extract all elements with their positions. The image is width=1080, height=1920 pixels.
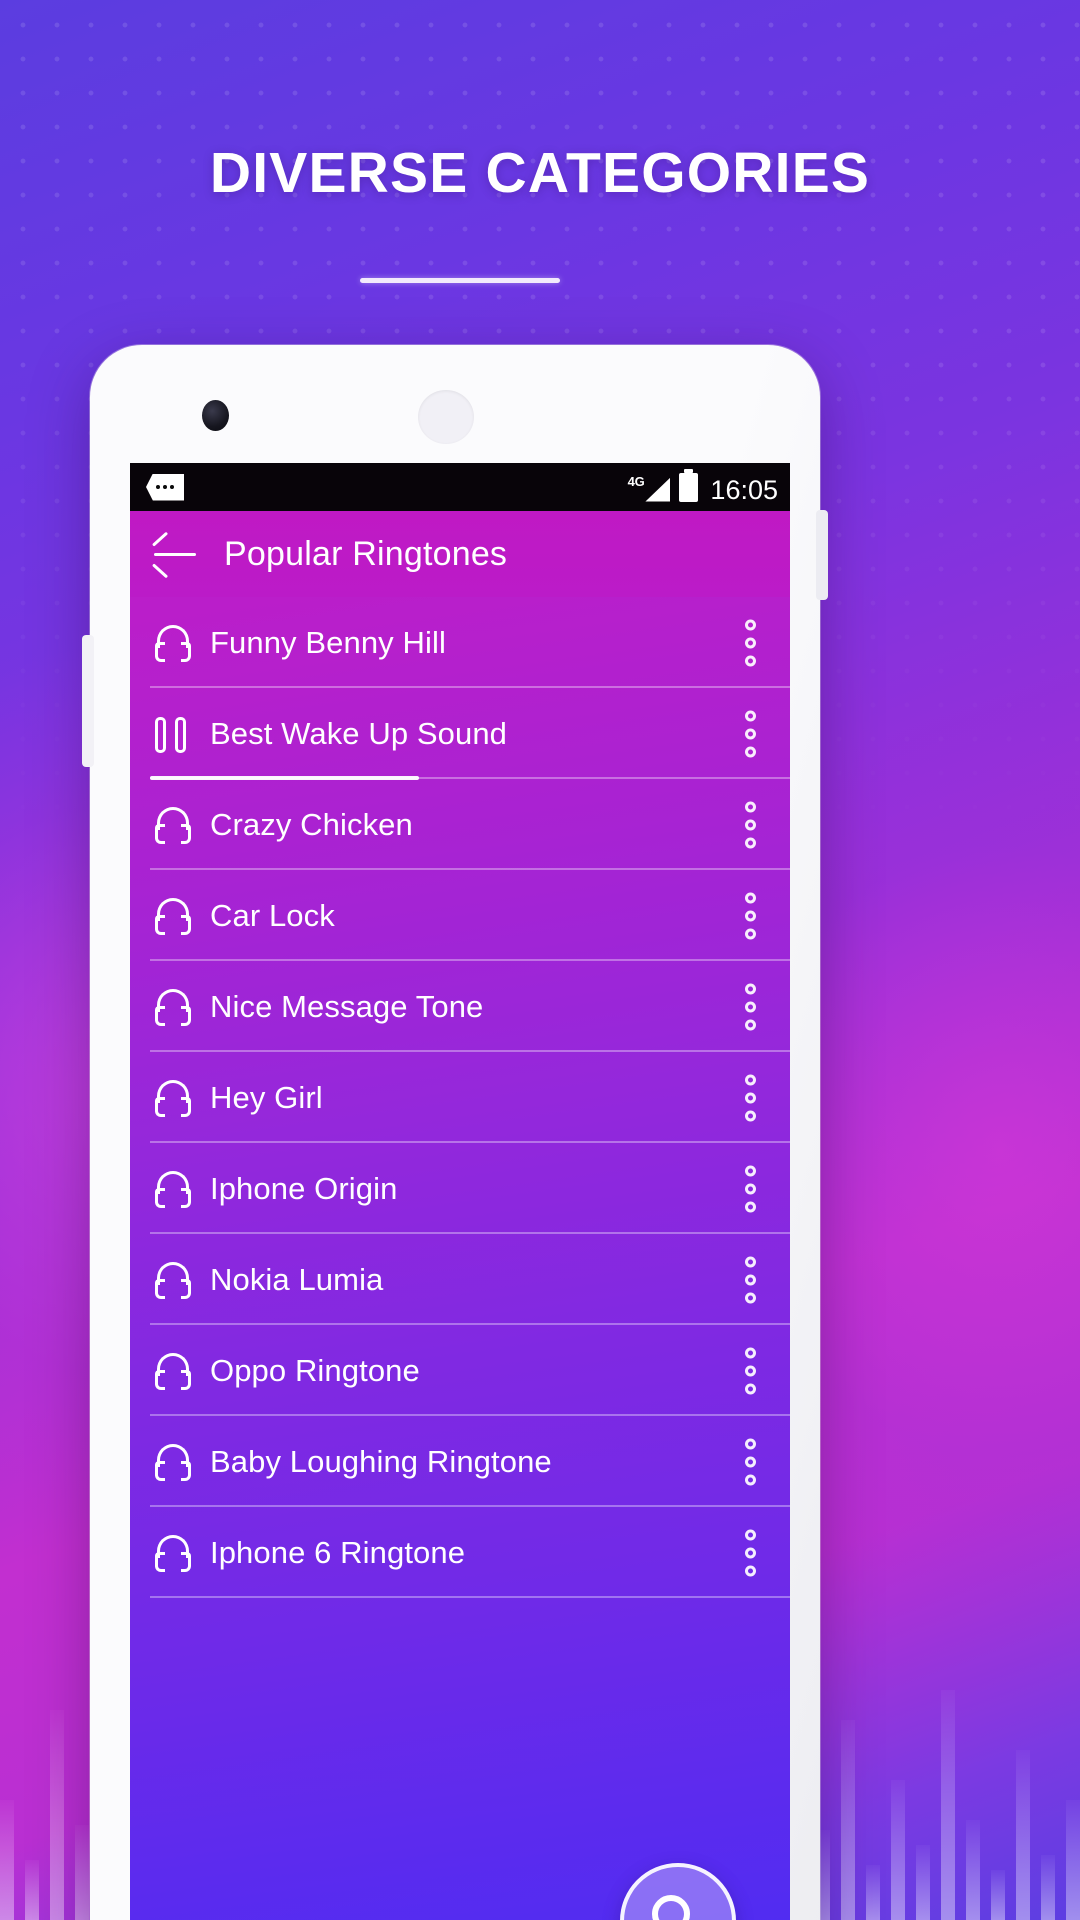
more-options-icon[interactable]: [745, 983, 756, 1030]
list-item-label: Iphone Origin: [210, 1170, 398, 1206]
list-item[interactable]: Best Wake Up Sound: [130, 688, 790, 780]
headphones-icon: [150, 1530, 196, 1576]
more-options-icon[interactable]: [745, 1438, 756, 1485]
headphones-icon: [150, 1075, 196, 1121]
back-arrow-icon[interactable]: [151, 531, 198, 579]
list-item[interactable]: Funny Benny Hill: [130, 597, 790, 688]
list-item-label: Oppo Ringtone: [210, 1352, 420, 1388]
headphones-icon: [150, 1166, 196, 1212]
phone-screen: 4G 16:05 Popular Ringtones Funny Benny H…: [130, 463, 790, 1920]
app-bar: Popular Ringtones: [130, 511, 790, 597]
status-bar-left: [146, 473, 184, 501]
list-item-label: Best Wake Up Sound: [210, 715, 508, 751]
list-item-label: Nice Message Tone: [210, 988, 484, 1024]
more-options-icon[interactable]: [745, 892, 756, 939]
volume-button: [82, 635, 94, 767]
network-label: 4G: [627, 473, 645, 489]
earpiece-speaker: [418, 390, 474, 444]
more-options-icon[interactable]: [745, 1165, 756, 1212]
signal-bars-icon: [645, 477, 671, 502]
message-icon: [146, 473, 184, 501]
headphones-icon: [150, 1257, 196, 1303]
search-icon: [652, 1895, 704, 1920]
list-item-label: Car Lock: [210, 897, 335, 933]
more-options-icon[interactable]: [745, 1347, 756, 1394]
power-button: [816, 510, 828, 600]
status-bar: 4G 16:05: [130, 463, 790, 511]
list-item[interactable]: Hey Girl: [130, 1052, 790, 1143]
phone-mockup: 4G 16:05 Popular Ringtones Funny Benny H…: [82, 345, 828, 1920]
list-divider: [150, 1596, 790, 1598]
list-item[interactable]: Baby Loughing Ringtone: [130, 1416, 790, 1507]
ringtone-list: Funny Benny Hill Best Wake Up Sound Crazy …: [130, 597, 790, 1598]
status-clock: 16:05: [710, 474, 778, 505]
list-item[interactable]: Iphone 6 Ringtone: [130, 1507, 790, 1598]
front-camera: [202, 400, 229, 431]
headphones-icon: [150, 893, 196, 939]
headphones-icon: [150, 620, 196, 666]
list-item[interactable]: Nice Message Tone: [130, 961, 790, 1052]
headphones-icon: [150, 802, 196, 848]
list-item[interactable]: Nokia Lumia: [130, 1234, 790, 1325]
more-options-icon[interactable]: [745, 619, 756, 666]
more-options-icon[interactable]: [745, 1256, 756, 1303]
title-underline: [360, 278, 560, 283]
battery-icon: [679, 468, 699, 502]
status-bar-right: 4G 16:05: [628, 468, 778, 505]
list-item-label: Crazy Chicken: [210, 806, 413, 842]
headphones-icon: [150, 984, 196, 1030]
list-item-label: Iphone 6 Ringtone: [210, 1534, 466, 1570]
headphones-icon: [150, 1348, 196, 1394]
headphones-icon: [150, 1439, 196, 1485]
list-item-label: Hey Girl: [210, 1079, 323, 1115]
network-indicator: 4G: [628, 475, 671, 502]
list-item[interactable]: Oppo Ringtone: [130, 1325, 790, 1416]
more-options-icon[interactable]: [745, 1074, 756, 1121]
search-fab-button[interactable]: [620, 1863, 736, 1920]
equalizer-bars-right: [816, 1690, 1080, 1920]
list-item-label: Nokia Lumia: [210, 1261, 384, 1297]
more-options-icon[interactable]: [745, 710, 756, 757]
list-item[interactable]: Car Lock: [130, 870, 790, 961]
page-title: DIVERSE CATEGORIES: [209, 141, 871, 205]
list-item-label: Funny Benny Hill: [210, 624, 446, 660]
list-item[interactable]: Crazy Chicken: [130, 779, 790, 870]
more-options-icon[interactable]: [745, 801, 756, 848]
more-options-icon[interactable]: [745, 1529, 756, 1576]
app-bar-title: Popular Ringtones: [224, 534, 508, 573]
list-item-label: Baby Loughing Ringtone: [210, 1443, 552, 1479]
pause-bars-icon: [150, 711, 196, 757]
list-item[interactable]: Iphone Origin: [130, 1143, 790, 1234]
